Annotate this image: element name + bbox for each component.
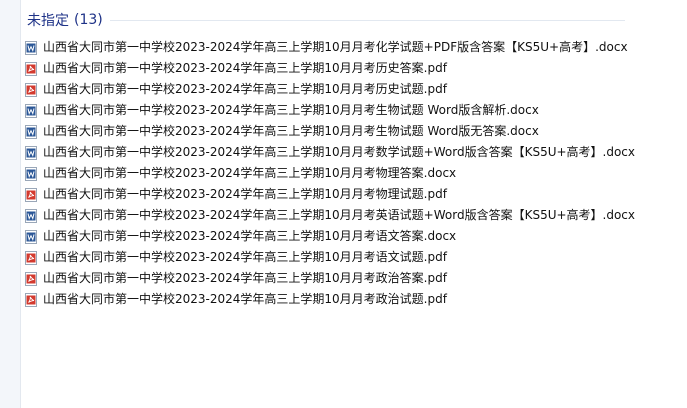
file-name: 山西省大同市第一中学校2023-2024学年高三上学期10月月考语文试题.pdf — [43, 249, 447, 264]
pdf-document-icon — [25, 82, 37, 97]
file-row[interactable]: 山西省大同市第一中学校2023-2024学年高三上学期10月月考语文答案.doc… — [23, 225, 637, 246]
group-count: (13) — [74, 12, 103, 28]
file-name: 山西省大同市第一中学校2023-2024学年高三上学期10月月考政治答案.pdf — [43, 270, 447, 285]
word-document-icon — [25, 103, 37, 118]
pdf-document-icon — [25, 250, 37, 265]
file-name: 山西省大同市第一中学校2023-2024学年高三上学期10月月考数学试题+Wor… — [43, 144, 636, 159]
file-name: 山西省大同市第一中学校2023-2024学年高三上学期10月月考物理试题.pdf — [43, 186, 447, 201]
file-row[interactable]: 山西省大同市第一中学校2023-2024学年高三上学期10月月考历史试题.pdf — [23, 78, 637, 99]
file-row[interactable]: 山西省大同市第一中学校2023-2024学年高三上学期10月月考政治答案.pdf — [23, 267, 637, 288]
word-document-icon — [25, 124, 37, 139]
file-row[interactable]: 山西省大同市第一中学校2023-2024学年高三上学期10月月考生物试题 Wor… — [23, 99, 637, 120]
file-name: 山西省大同市第一中学校2023-2024学年高三上学期10月月考历史试题.pdf — [43, 81, 447, 96]
file-name: 山西省大同市第一中学校2023-2024学年高三上学期10月月考物理答案.doc… — [43, 165, 457, 180]
group-divider — [110, 20, 625, 21]
file-name: 山西省大同市第一中学校2023-2024学年高三上学期10月月考语文答案.doc… — [43, 228, 457, 243]
pdf-document-icon — [25, 292, 37, 307]
word-document-icon — [25, 166, 37, 181]
group-header[interactable]: 未指定 (13) — [27, 10, 103, 30]
file-list: 山西省大同市第一中学校2023-2024学年高三上学期10月月考化学试题+PDF… — [23, 36, 637, 309]
file-name: 山西省大同市第一中学校2023-2024学年高三上学期10月月考生物试题 Wor… — [43, 123, 539, 138]
group-title: 未指定 — [27, 13, 69, 29]
navigation-pane-edge — [0, 0, 21, 408]
word-document-icon — [25, 229, 37, 244]
pdf-document-icon — [25, 187, 37, 202]
file-row[interactable]: 山西省大同市第一中学校2023-2024学年高三上学期10月月考物理答案.doc… — [23, 162, 637, 183]
file-row[interactable]: 山西省大同市第一中学校2023-2024学年高三上学期10月月考数学试题+Wor… — [23, 141, 637, 162]
file-name: 山西省大同市第一中学校2023-2024学年高三上学期10月月考政治试题.pdf — [43, 291, 447, 306]
file-row[interactable]: 山西省大同市第一中学校2023-2024学年高三上学期10月月考语文试题.pdf — [23, 246, 637, 267]
pdf-document-icon — [25, 61, 37, 76]
file-row[interactable]: 山西省大同市第一中学校2023-2024学年高三上学期10月月考物理试题.pdf — [23, 183, 637, 204]
file-row[interactable]: 山西省大同市第一中学校2023-2024学年高三上学期10月月考生物试题 Wor… — [23, 120, 637, 141]
file-row[interactable]: 山西省大同市第一中学校2023-2024学年高三上学期10月月考历史答案.pdf — [23, 57, 637, 78]
file-name: 山西省大同市第一中学校2023-2024学年高三上学期10月月考历史答案.pdf — [43, 60, 447, 75]
file-name: 山西省大同市第一中学校2023-2024学年高三上学期10月月考英语试题+Wor… — [43, 207, 636, 222]
file-row[interactable]: 山西省大同市第一中学校2023-2024学年高三上学期10月月考政治试题.pdf — [23, 288, 637, 309]
file-name: 山西省大同市第一中学校2023-2024学年高三上学期10月月考生物试题 Wor… — [43, 102, 539, 117]
word-document-icon — [25, 208, 37, 223]
file-name: 山西省大同市第一中学校2023-2024学年高三上学期10月月考化学试题+PDF… — [43, 39, 628, 54]
pdf-document-icon — [25, 271, 37, 286]
word-document-icon — [25, 40, 37, 55]
word-document-icon — [25, 145, 37, 160]
file-row[interactable]: 山西省大同市第一中学校2023-2024学年高三上学期10月月考化学试题+PDF… — [23, 36, 637, 57]
file-row[interactable]: 山西省大同市第一中学校2023-2024学年高三上学期10月月考英语试题+Wor… — [23, 204, 637, 225]
